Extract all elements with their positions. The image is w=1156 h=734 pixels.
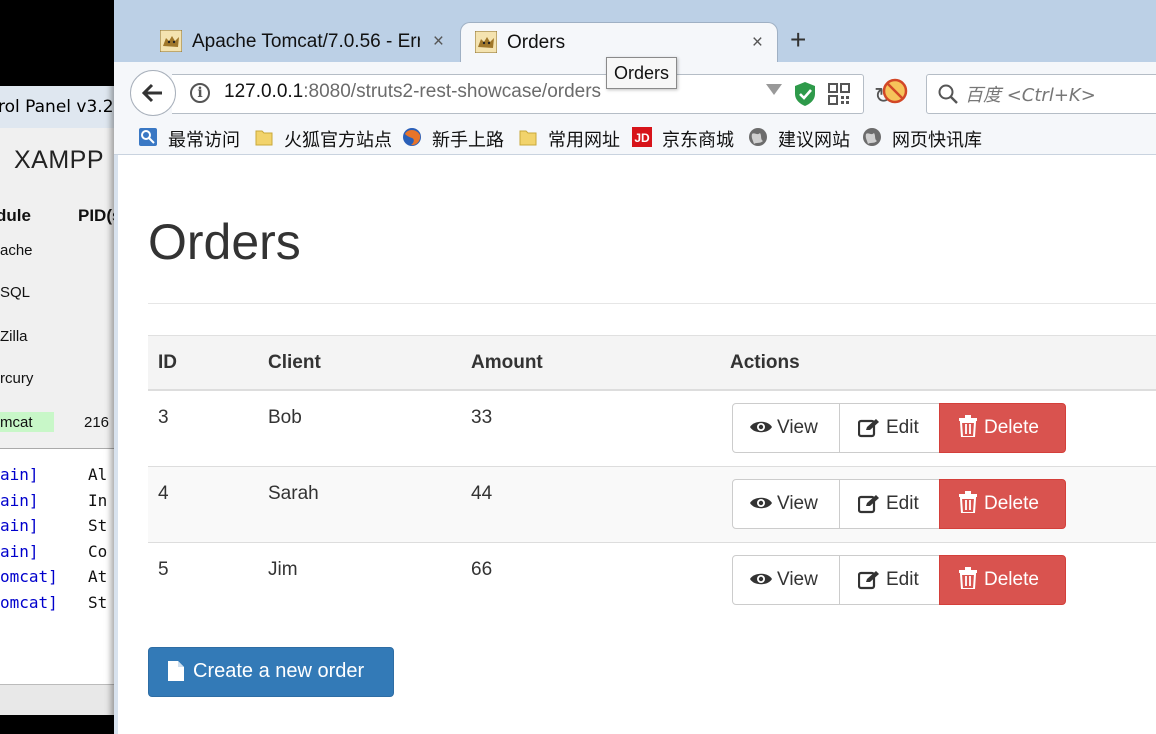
cell-amount: 33 <box>471 407 493 428</box>
xampp-bottom-bar <box>0 684 125 715</box>
log-line: ain] In <box>0 491 108 510</box>
shield-icon[interactable] <box>794 81 816 107</box>
view-button[interactable]: View <box>732 555 840 605</box>
cell-client: Bob <box>268 407 302 428</box>
table-row: 4 Sarah 44 View Edit Delete <box>148 467 1156 543</box>
cell-amount: 66 <box>471 559 493 580</box>
xampp-module-mercury[interactable]: rcury <box>0 370 33 387</box>
view-button[interactable]: View <box>732 403 840 453</box>
xampp-logo: XAMPP <box>14 146 105 174</box>
xampp-titlebar: rol Panel v3.2 <box>0 86 125 128</box>
xampp-log-pane: ain] Al ain] In ain] St ain] Co omcat] At omc… <box>0 448 125 685</box>
globe-icon <box>863 128 881 146</box>
table-row: 5 Jim 66 View Edit Delete <box>148 543 1156 619</box>
eye-icon <box>750 497 772 509</box>
log-line: ain] Co <box>0 542 108 561</box>
table-header: ID Client Amount Actions <box>148 335 1156 391</box>
view-button[interactable]: View <box>732 479 840 529</box>
most-visited-icon <box>139 128 157 146</box>
qr-code-icon[interactable] <box>828 83 850 105</box>
eye-icon <box>750 421 772 433</box>
xampp-window: rol Panel v3.2 XAMPP dule PID(s ache SQL… <box>0 0 125 734</box>
edit-icon <box>858 571 879 590</box>
xampp-panel: XAMPP dule PID(s ache SQL Zilla rcury mc… <box>0 128 125 448</box>
xampp-module-mysql[interactable]: SQL <box>0 284 30 301</box>
log-line: ain] St <box>0 516 108 535</box>
xampp-module-filezilla[interactable]: Zilla <box>0 328 28 345</box>
log-line: omcat] At <box>0 567 108 586</box>
tab-tooltip: Orders <box>606 57 678 89</box>
cell-client: Sarah <box>268 483 319 504</box>
edit-icon <box>858 419 879 438</box>
log-line: omcat] St <box>0 593 108 612</box>
delete-button[interactable]: Delete <box>939 555 1066 605</box>
cell-amount: 44 <box>471 483 493 504</box>
col-header-actions: Actions <box>730 352 800 373</box>
jd-icon: JD <box>632 127 652 147</box>
xampp-col-module: dule <box>0 206 31 225</box>
cell-id: 5 <box>158 559 169 580</box>
xampp-module-apache[interactable]: ache <box>0 242 33 259</box>
edit-button[interactable]: Edit <box>839 403 940 453</box>
edit-button[interactable]: Edit <box>839 555 940 605</box>
firefox-icon <box>403 128 421 146</box>
search-icon <box>938 84 958 104</box>
site-info-icon[interactable]: i <box>190 83 210 103</box>
edit-icon <box>858 495 879 514</box>
file-icon <box>168 661 184 681</box>
tab-label: Apache Tomcat/7.0.56 - Err <box>192 31 420 52</box>
url-dropdown-icon[interactable] <box>766 84 782 95</box>
xampp-tomcat-pid: 216 <box>84 414 110 431</box>
edit-button[interactable]: Edit <box>839 479 940 529</box>
folder-icon <box>519 130 537 146</box>
trash-icon <box>959 491 977 513</box>
ad-block-icon[interactable] <box>882 78 908 104</box>
row-actions: View Edit Delete <box>732 555 1066 605</box>
tab-tomcat-error[interactable]: Apache Tomcat/7.0.56 - Err × <box>146 22 458 62</box>
back-arrow-icon <box>142 83 162 103</box>
title-divider <box>148 303 1156 304</box>
search-input[interactable] <box>963 81 1156 109</box>
url-text[interactable]: 127.0.0.1:8080/struts2-rest-showcase/ord… <box>224 81 601 103</box>
row-actions: View Edit Delete <box>732 403 1066 453</box>
create-order-button[interactable]: Create a new order <box>148 647 394 697</box>
svg-text:JD: JD <box>634 131 650 145</box>
search-box[interactable] <box>926 74 1156 114</box>
cell-id: 3 <box>158 407 169 428</box>
xampp-title: rol Panel v3.2 <box>0 97 114 117</box>
globe-icon <box>749 128 767 146</box>
col-header-amount: Amount <box>471 352 543 373</box>
delete-button[interactable]: Delete <box>939 403 1066 453</box>
trash-icon <box>959 567 977 589</box>
delete-button[interactable]: Delete <box>939 479 1066 529</box>
tab-orders[interactable]: Orders × <box>460 22 778 62</box>
trash-icon <box>959 415 977 437</box>
url-bar[interactable]: i 127.0.0.1:8080/struts2-rest-showcase/o… <box>172 74 892 114</box>
bookmarks-toolbar: 最常访问 火狐官方站点 新手上路 常用网址 JD 京东商城 建议网站 网页快讯库 <box>114 120 1156 155</box>
tab-label: Orders <box>507 32 566 53</box>
cell-client: Jim <box>268 559 298 580</box>
log-line: ain] Al <box>0 465 108 484</box>
cell-id: 4 <box>158 483 169 504</box>
tab-close-icon[interactable]: × <box>433 31 444 53</box>
col-header-client: Client <box>268 352 321 373</box>
tomcat-favicon-icon <box>160 30 182 52</box>
eye-icon <box>750 573 772 585</box>
page-content: Orders ID Client Amount Actions 3 Bob 33… <box>114 155 1156 734</box>
page-title: Orders <box>148 214 301 270</box>
tab-close-icon[interactable]: × <box>752 32 763 54</box>
tomcat-favicon-icon <box>475 31 497 53</box>
new-tab-button[interactable]: + <box>790 26 806 54</box>
back-button[interactable] <box>130 70 176 116</box>
browser-window: Apache Tomcat/7.0.56 - Err × Orders × + … <box>114 0 1156 734</box>
folder-icon <box>255 130 273 146</box>
col-header-id: ID <box>158 352 177 373</box>
row-actions: View Edit Delete <box>732 479 1066 529</box>
table-row: 3 Bob 33 View Edit Delete <box>148 391 1156 467</box>
xampp-module-tomcat[interactable]: mcat <box>0 414 33 431</box>
